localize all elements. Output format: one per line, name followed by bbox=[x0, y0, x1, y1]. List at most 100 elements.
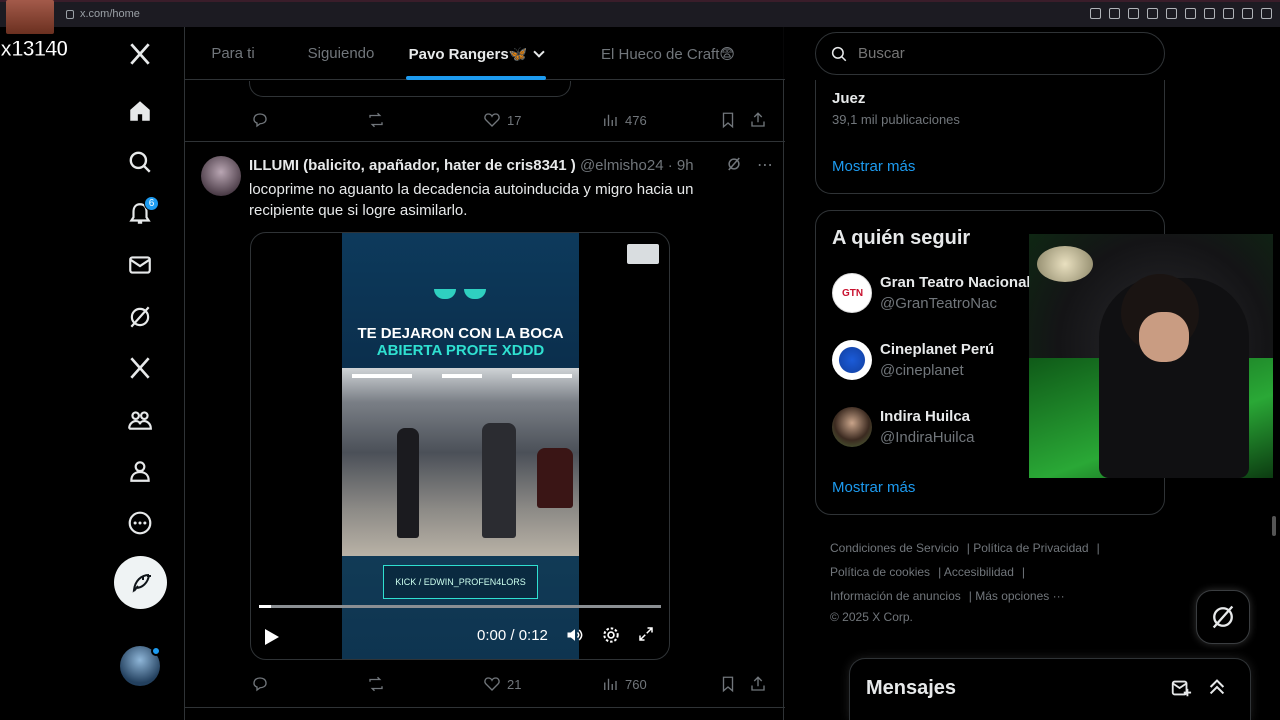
footer-link[interactable]: Política de cookies bbox=[830, 565, 930, 579]
messages-drawer[interactable]: Mensajes bbox=[849, 658, 1251, 720]
grok-button[interactable] bbox=[1196, 590, 1250, 644]
lock-icon bbox=[66, 9, 74, 19]
search-input[interactable] bbox=[858, 45, 1138, 62]
footer-link[interactable]: Condiciones de Servicio bbox=[830, 541, 959, 555]
extension-icon[interactable] bbox=[1109, 8, 1120, 19]
chevron-up-icon[interactable] bbox=[1206, 676, 1228, 698]
reply-button[interactable] bbox=[251, 111, 269, 129]
extension-icon[interactable] bbox=[1204, 8, 1215, 19]
chevron-down-icon bbox=[533, 45, 546, 58]
views-button[interactable]: 760 bbox=[601, 675, 647, 693]
browser-extension-icons bbox=[1090, 8, 1272, 19]
trends-card: Juez 39,1 mil publicaciones Mostrar más bbox=[815, 80, 1165, 194]
chart-icon bbox=[604, 114, 617, 126]
bookmark-button[interactable] bbox=[719, 111, 737, 129]
video-player[interactable]: TE DEJARON CON LA BOCA ABIERTA PROFE XDD… bbox=[250, 232, 670, 660]
timeline: Para ti Siguiendo Pavo Rangers🦋 El Hueco… bbox=[184, 27, 785, 720]
tab-para-ti[interactable]: Para ti bbox=[185, 27, 281, 80]
caption-line-1: TE DEJARON CON LA BOCA bbox=[357, 325, 564, 342]
footer-link[interactable]: Información de anuncios bbox=[830, 589, 961, 603]
like-button[interactable]: 21 bbox=[483, 675, 521, 693]
grok-icon[interactable] bbox=[725, 155, 743, 173]
heart-icon bbox=[484, 113, 500, 127]
post-button[interactable] bbox=[114, 556, 167, 609]
footer-link[interactable]: Accesibilidad bbox=[944, 565, 1014, 579]
trends-show-more-link[interactable]: Mostrar más bbox=[832, 158, 915, 175]
follow-handle: @GranTeatroNac bbox=[880, 295, 997, 312]
share-icon bbox=[751, 112, 765, 127]
repost-button[interactable] bbox=[367, 111, 385, 129]
share-button[interactable] bbox=[749, 111, 767, 129]
stream-counter: x13140 bbox=[0, 36, 69, 62]
volume-icon[interactable] bbox=[565, 625, 585, 645]
tweet-actions: 17 476 bbox=[249, 110, 769, 130]
video-progress[interactable] bbox=[259, 605, 661, 608]
scrollbar[interactable] bbox=[1272, 516, 1276, 536]
settings-gear-icon[interactable] bbox=[601, 625, 621, 645]
repost-icon bbox=[369, 112, 383, 128]
svg-text:GTN: GTN bbox=[842, 288, 863, 299]
profile-icon[interactable] bbox=[110, 449, 170, 493]
new-message-icon[interactable] bbox=[1170, 677, 1192, 699]
repost-button[interactable] bbox=[367, 675, 385, 693]
home-icon[interactable] bbox=[110, 89, 170, 133]
search-box[interactable] bbox=[815, 32, 1165, 75]
follow-show-more-link[interactable]: Mostrar más bbox=[832, 479, 915, 496]
previous-tweet-media bbox=[249, 81, 571, 97]
webcam-face bbox=[1139, 312, 1189, 362]
tab-label: Siguiendo bbox=[307, 45, 375, 62]
shield-icon[interactable] bbox=[1147, 8, 1158, 19]
menu-icon[interactable] bbox=[1261, 8, 1272, 19]
notifications-icon[interactable]: 6 bbox=[110, 192, 170, 236]
grok-icon[interactable] bbox=[110, 295, 170, 339]
account-avatar[interactable] bbox=[120, 646, 161, 686]
more-options-icon[interactable]: ⋯ bbox=[757, 155, 773, 175]
video-caption: TE DEJARON CON LA BOCA ABIERTA PROFE XDD… bbox=[342, 325, 579, 359]
notifications-badge: 6 bbox=[144, 196, 159, 211]
streamer-thumbnail bbox=[6, 0, 54, 34]
active-tab-indicator bbox=[406, 76, 546, 80]
zoom-icon[interactable] bbox=[1090, 8, 1101, 19]
tab-pavo-rangers[interactable]: Pavo Rangers🦋 bbox=[401, 27, 551, 80]
chart-icon bbox=[604, 678, 617, 690]
streamer-tag: KICK / EDWIN_PROFEN4LORS bbox=[383, 565, 538, 599]
x-premium-icon[interactable] bbox=[110, 346, 170, 390]
heart-icon bbox=[484, 677, 500, 691]
footer-link[interactable]: Más opciones ··· bbox=[975, 589, 1064, 603]
address-bar[interactable]: x.com/home bbox=[66, 8, 140, 20]
play-icon[interactable] bbox=[265, 629, 279, 645]
x-logo-icon[interactable] bbox=[110, 32, 170, 76]
like-count: 21 bbox=[507, 676, 522, 692]
like-button[interactable]: 17 bbox=[483, 111, 521, 129]
views-button[interactable]: 476 bbox=[601, 111, 647, 129]
reply-button[interactable] bbox=[251, 675, 269, 693]
tweet-options: ⋯ bbox=[725, 155, 773, 175]
tab-siguiendo[interactable]: Siguiendo bbox=[281, 27, 401, 80]
messages-title: Mensajes bbox=[866, 677, 957, 699]
search-icon bbox=[831, 46, 847, 61]
mail-icon[interactable] bbox=[110, 243, 170, 287]
ceiling-light bbox=[442, 374, 482, 378]
download-icon[interactable] bbox=[627, 244, 659, 264]
author-name[interactable]: ILLUMI (balicito, apañador, hater de cri… bbox=[249, 157, 576, 174]
gym-machine bbox=[537, 448, 573, 508]
tab-hueco-de-craft[interactable]: El Hueco de Craft😨 bbox=[551, 27, 785, 80]
more-icon[interactable] bbox=[110, 501, 170, 545]
bookmark-icon bbox=[722, 676, 734, 693]
progress-fill bbox=[259, 605, 272, 608]
trend-name[interactable]: Juez bbox=[832, 90, 865, 107]
divider bbox=[185, 141, 785, 142]
author-handle[interactable]: @elmisho24 · 9h bbox=[580, 157, 694, 174]
footer-link[interactable]: Política de Privacidad bbox=[973, 541, 1088, 555]
tweet-author-avatar[interactable] bbox=[201, 156, 241, 196]
search-icon[interactable] bbox=[110, 140, 170, 184]
puzzle-icon[interactable] bbox=[1223, 8, 1234, 19]
share-button[interactable] bbox=[749, 675, 767, 693]
media-icon[interactable] bbox=[1166, 8, 1177, 19]
heart-icon[interactable] bbox=[1185, 8, 1196, 19]
bookmark-icon[interactable] bbox=[1128, 8, 1139, 19]
bookmark-button[interactable] bbox=[719, 675, 737, 693]
fullscreen-icon[interactable] bbox=[637, 625, 655, 643]
communities-icon[interactable] bbox=[110, 398, 170, 442]
download-icon[interactable] bbox=[1242, 8, 1253, 19]
